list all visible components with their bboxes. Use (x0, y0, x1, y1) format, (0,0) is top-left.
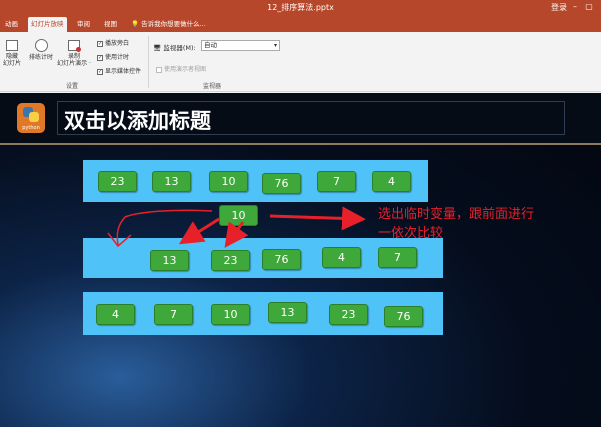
row2-value-box[interactable]: 23 (211, 250, 250, 271)
row3-value-box[interactable]: 4 (96, 304, 135, 325)
tab-view[interactable]: 视图 (101, 17, 120, 32)
ribbon: 隐藏 幻灯片 排练计时 录制 幻灯片演示 · ✓ 播放旁白 ✓ 使用计时 ✓ 显示媒体… (0, 32, 601, 92)
chevron-down-icon: ▾ (273, 42, 277, 49)
login-link[interactable]: 登录 (551, 2, 567, 13)
temp-value-box[interactable]: 10 (219, 205, 258, 226)
row2-value-box[interactable]: 7 (378, 247, 417, 268)
checkbox-disabled-icon (156, 66, 162, 73)
ribbon-separator (148, 36, 149, 88)
record-slide-show-button[interactable]: 录制 幻灯片演示 · (54, 40, 94, 67)
play-narration-label: 播放旁白 (105, 40, 130, 47)
ink-arrow-to-annotation (269, 206, 366, 231)
record-icon (68, 40, 81, 52)
row3-value-box[interactable]: 23 (329, 304, 368, 325)
python-snake-yellow (29, 112, 39, 122)
hide-slide-icon (6, 40, 18, 51)
annotation-line-1: 选出临时变量，跟前面进行 (378, 207, 535, 222)
tab-review[interactable]: 审阅 (74, 17, 93, 32)
python-logo: python (17, 103, 45, 133)
record-label: 录制 幻灯片演示 · (57, 53, 91, 67)
ribbon-tabs: 动画 幻灯片放映 审阅 视图 💡 告诉我你想要做什么... (0, 17, 601, 32)
python-logo-text: python (22, 125, 40, 131)
minimize-icon[interactable]: – (569, 1, 581, 13)
row2-value-box[interactable]: 76 (262, 249, 301, 270)
tab-animations[interactable]: 动画 (2, 17, 21, 32)
row1-value-box[interactable]: 4 (372, 171, 411, 192)
row1-value-box[interactable]: 76 (262, 173, 301, 194)
tell-me-text: 告诉我你想要做什么... (141, 20, 206, 28)
rehearse-timings-button[interactable]: 排练计时 (26, 39, 56, 61)
row1-value-box[interactable]: 13 (152, 171, 191, 192)
ink-annotation-text: 选出临时变量，跟前面进行 一依次比较 (378, 205, 598, 243)
monitor-dropdown[interactable]: 自动 ▾ (201, 40, 280, 51)
document-title: 12_排序算法.pptx (267, 3, 334, 12)
row3-value-box[interactable]: 10 (211, 304, 250, 325)
presenter-view-checkbox[interactable]: 使用演示者视图 (156, 64, 206, 73)
slide-canvas[interactable]: python 双击以添加标题 23 13 10 76 7 4 10 13 23 … (0, 93, 601, 427)
checkbox-checked-icon: ✓ (97, 40, 103, 47)
show-media-controls-label: 显示媒体控件 (105, 68, 142, 75)
lightbulb-icon: 💡 (131, 20, 140, 28)
row1-value-box[interactable]: 10 (209, 171, 248, 192)
monitor-value: 自动 (204, 41, 217, 49)
hide-slide-button[interactable]: 隐藏 幻灯片 (3, 40, 21, 67)
row3-value-box[interactable]: 76 (384, 306, 423, 327)
monitor-icon: 🖥 (153, 44, 162, 52)
hide-slide-label: 隐藏 幻灯片 (3, 53, 22, 67)
tell-me-search[interactable]: 💡 告诉我你想要做什么... (128, 17, 209, 32)
checkbox-checked-icon: ✓ (97, 54, 103, 61)
clock-icon (34, 39, 48, 52)
row3-value-box[interactable]: 13 (268, 302, 307, 323)
header-divider (0, 143, 601, 145)
use-timings-label: 使用计时 (105, 54, 130, 61)
restore-icon[interactable]: ▢ (583, 1, 595, 13)
row1-value-box[interactable]: 23 (98, 171, 137, 192)
setup-group-label: 设置 (66, 83, 79, 90)
use-timings-checkbox[interactable]: ✓ 使用计时 (97, 52, 129, 61)
monitor-label: 🖥 监视器(M): (153, 42, 196, 52)
monitor-group-label: 监视器 (203, 83, 222, 90)
monitor-label-text: 监视器(M): (163, 44, 196, 52)
presenter-view-label: 使用演示者视图 (164, 66, 207, 73)
play-narration-checkbox[interactable]: ✓ 播放旁白 (97, 38, 129, 47)
slide-title[interactable]: 双击以添加标题 (64, 105, 211, 135)
row2-value-box[interactable]: 13 (150, 250, 189, 271)
row3-value-box[interactable]: 7 (154, 304, 193, 325)
row2-value-box[interactable]: 4 (322, 247, 361, 268)
row1-value-box[interactable]: 7 (317, 171, 356, 192)
checkbox-checked-icon: ✓ (97, 68, 103, 75)
tab-slide-show[interactable]: 幻灯片放映 (28, 17, 67, 32)
show-media-controls-checkbox[interactable]: ✓ 显示媒体控件 (97, 66, 141, 75)
title-bar: 12_排序算法.pptx 登录 – ▢ (0, 0, 601, 17)
rehearse-label: 排练计时 (28, 54, 53, 61)
annotation-line-2: 一依次比较 (378, 226, 444, 241)
